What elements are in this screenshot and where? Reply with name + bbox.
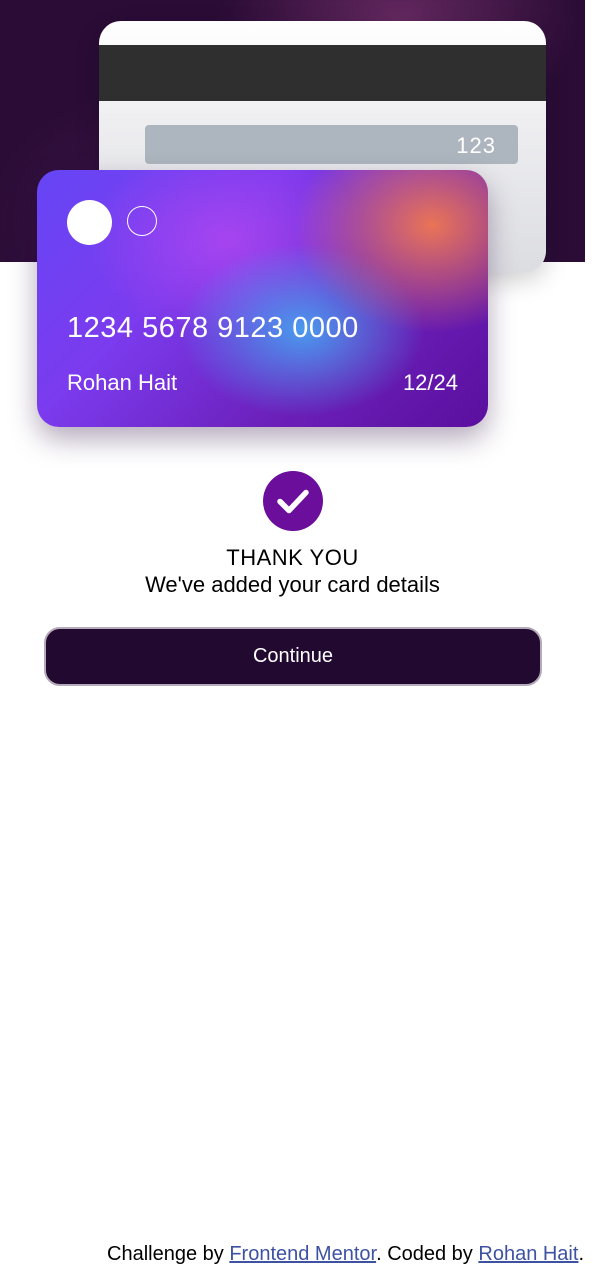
attribution-prefix: Challenge by (107, 1243, 230, 1265)
card-cvc: 123 (456, 133, 496, 158)
card-logo-filled-circle-icon (67, 200, 112, 245)
thank-you-title: THANK YOU (226, 545, 359, 570)
attribution-footer: Challenge by Frontend Mentor. Coded by R… (107, 1243, 584, 1266)
author-link[interactable]: Rohan Hait (478, 1243, 578, 1265)
card-front: 1234 5678 9123 0000 Rohan Hait 12/24 (37, 170, 488, 427)
attribution-middle: . Coded by (376, 1243, 479, 1265)
cvc-strip: 123 (145, 125, 518, 164)
attribution-suffix: . (578, 1243, 584, 1265)
card-expiry: 12/24 (402, 370, 458, 395)
card-number: 1234 5678 9123 0000 (67, 312, 359, 344)
magnetic-stripe (99, 45, 546, 101)
continue-button[interactable]: Continue (44, 627, 542, 686)
check-icon (263, 471, 323, 531)
frontend-mentor-link[interactable]: Frontend Mentor (229, 1243, 376, 1265)
thank-you-subtitle: We've added your card details (145, 572, 440, 597)
card-logo-outline-circle-icon (127, 206, 157, 236)
cardholder-name: Rohan Hait (67, 370, 178, 395)
